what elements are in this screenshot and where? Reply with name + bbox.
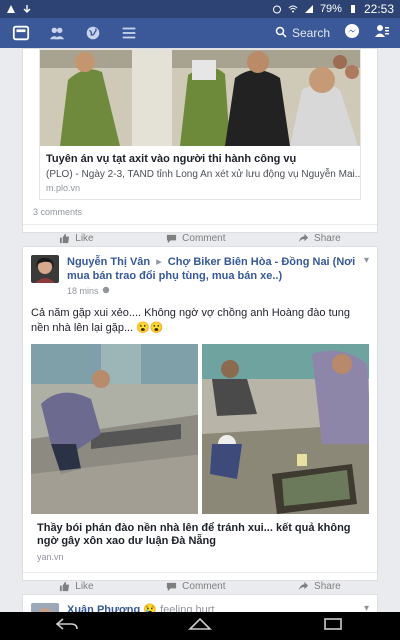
alarm-icon — [272, 4, 282, 14]
avatar[interactable] — [31, 255, 59, 283]
recent-apps-icon[interactable] — [321, 617, 345, 636]
post-author[interactable]: Nguyễn Thị Vân — [67, 256, 150, 268]
clock: 22:53 — [363, 2, 394, 16]
comments-count[interactable]: 3 comments — [23, 200, 377, 225]
link-domain: yan.vn — [37, 552, 64, 562]
download-icon — [22, 4, 32, 14]
comment-button[interactable]: Comment — [166, 233, 226, 244]
friend-requests-icon[interactable] — [46, 22, 68, 44]
search-icon — [275, 26, 287, 41]
system-nav-bar — [0, 612, 400, 640]
share-button[interactable]: Share — [298, 233, 341, 244]
share-icon — [298, 581, 309, 590]
link-description: (PLO) - Ngày 2-3, TAND tỉnh Long An xét … — [46, 169, 360, 180]
search-button[interactable]: Search — [275, 26, 330, 41]
messenger-icon[interactable] — [344, 23, 360, 44]
like-icon — [60, 581, 70, 591]
like-button[interactable]: Like — [59, 233, 94, 244]
battery-percent: 79% — [319, 3, 342, 15]
comment-icon — [167, 582, 177, 591]
chevron-down-icon[interactable]: ▾ — [364, 255, 369, 298]
post-photo[interactable] — [31, 344, 198, 514]
arrow-right-icon: ▸ — [156, 256, 162, 268]
back-icon[interactable] — [55, 617, 79, 636]
top-navbar: Search — [0, 18, 400, 48]
post-text: Cả năm gặp xui xẻo.... Không ngờ vợ chồn… — [31, 307, 350, 334]
link-title[interactable]: Thầy bói phán đào nền nhà lên để tránh x… — [31, 514, 369, 550]
post-photos — [31, 344, 369, 514]
emoji: 😮😮 — [136, 322, 164, 334]
feed-post: Tuyên án vụ tạt axit vào người thi hành … — [22, 48, 378, 244]
battery-icon — [348, 4, 358, 14]
link-domain: m.plo.vn — [46, 183, 81, 193]
menu-icon[interactable] — [118, 22, 140, 44]
search-label: Search — [291, 26, 330, 40]
globe-icon — [102, 284, 110, 298]
link-preview[interactable]: Tuyên án vụ tạt axit vào người thi hành … — [39, 49, 361, 200]
contacts-icon[interactable] — [374, 23, 390, 44]
warning-icon — [6, 4, 16, 14]
signal-icon — [304, 4, 314, 14]
link-preview-image[interactable] — [40, 50, 360, 146]
post-photo[interactable] — [202, 344, 369, 514]
comment-button[interactable]: Comment — [166, 581, 226, 592]
link-title[interactable]: Tuyên án vụ tạt axit vào người thi hành … — [40, 146, 360, 168]
post-timestamp[interactable]: 18 mins — [67, 284, 364, 298]
like-icon — [60, 233, 70, 243]
status-bar: 79% 22:53 — [0, 0, 400, 18]
wifi-icon — [288, 4, 298, 14]
notification-icons — [6, 4, 32, 14]
feed-post: Nguyễn Thị Vân ▸ Chợ Biker Biên Hòa - Đồ… — [22, 246, 378, 592]
share-icon — [298, 233, 309, 242]
like-button[interactable]: Like — [59, 581, 94, 592]
post-header: Nguyễn Thị Vân ▸ Chợ Biker Biên Hòa - Đồ… — [23, 247, 377, 298]
comment-icon — [167, 234, 177, 243]
share-button[interactable]: Share — [298, 581, 341, 592]
home-icon[interactable] — [188, 617, 212, 636]
news-feed-icon[interactable] — [10, 22, 32, 44]
globe-notifications-icon[interactable] — [82, 22, 104, 44]
